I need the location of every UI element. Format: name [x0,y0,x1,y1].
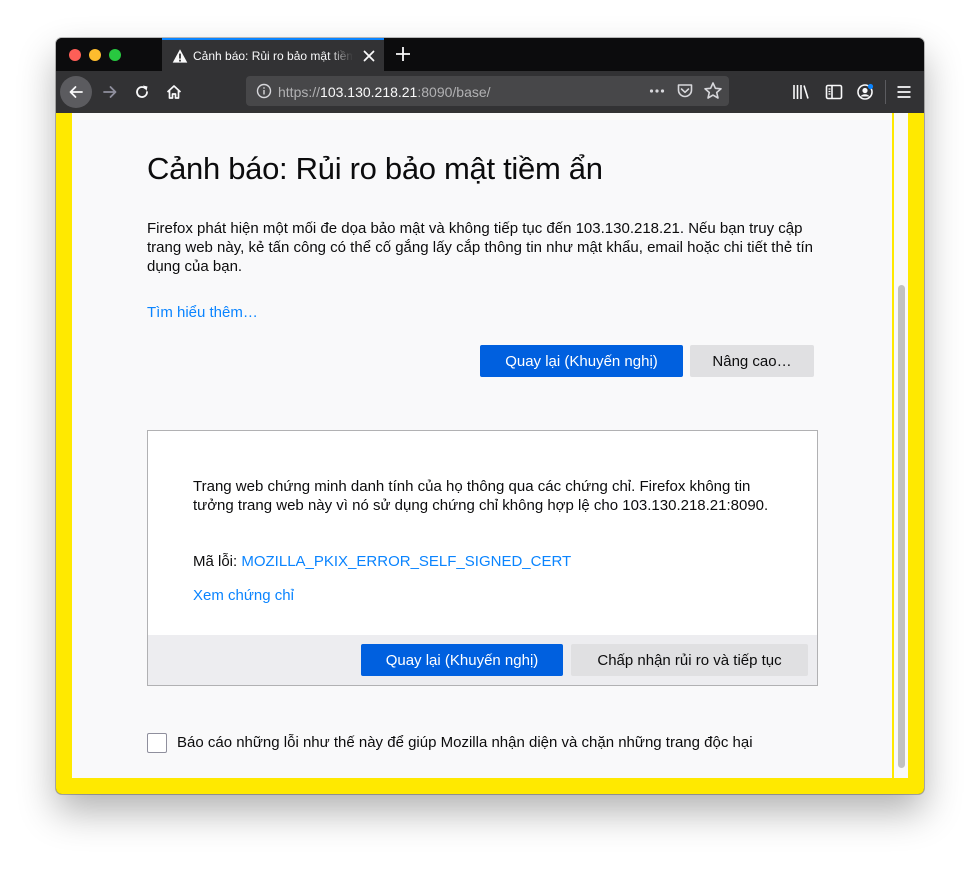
error-page: Cảnh báo: Rủi ro bảo mật tiềm ẩn Firefox… [72,113,892,778]
intro-text: Firefox phát hiện một mối đe dọa bảo mật… [147,220,814,275]
home-button[interactable] [158,76,190,108]
url-suffix: :8090/base/ [417,84,491,100]
browser-window: Cảnh báo: Rủi ro bảo mật tiềm ẩn [56,38,924,794]
back-arrow-icon [69,86,83,98]
url-bar[interactable]: https://103.130.218.21:8090/base/ [246,76,729,106]
home-icon [166,85,182,99]
advanced-panel: Trang web chứng minh danh tính của họ th… [147,430,818,686]
library-icon[interactable] [791,82,811,102]
view-certificate-link[interactable]: Xem chứng chỉ [193,587,294,604]
forward-button[interactable] [94,76,126,108]
forward-arrow-icon [103,86,117,98]
accept-risk-button[interactable]: Chấp nhận rủi ro và tiếp tục [571,644,808,676]
close-window-button[interactable] [69,49,81,61]
account-icon[interactable] [855,82,875,102]
advanced-panel-footer: Quay lại (Khuyến nghị) Chấp nhận rủi ro … [148,635,817,685]
go-back-button-advanced[interactable]: Quay lại (Khuyến nghị) [361,644,563,676]
reload-button[interactable] [126,76,158,108]
error-code-line: Mã lỗi: MOZILLA_PKIX_ERROR_SELF_SIGNED_C… [193,553,571,570]
zoom-window-button[interactable] [109,49,121,61]
back-button[interactable] [60,76,92,108]
toolbar-separator [885,80,886,104]
tab-title: Cảnh báo: Rủi ro bảo mật tiềm ẩn [193,49,353,63]
tab-strip: Cảnh báo: Rủi ro bảo mật tiềm ẩn [56,38,924,71]
tab-security-warning[interactable]: Cảnh báo: Rủi ro bảo mật tiềm ẩn [162,38,384,71]
error-code-link[interactable]: MOZILLA_PKIX_ERROR_SELF_SIGNED_CERT [241,553,571,570]
info-icon[interactable] [256,83,272,99]
pocket-icon[interactable] [676,82,694,100]
content-area: Cảnh báo: Rủi ro bảo mật tiềm ẩn Firefox… [56,113,924,794]
learn-more-link[interactable]: Tìm hiểu thêm… [147,304,258,321]
more-icon[interactable] [648,82,666,100]
report-errors-label[interactable]: Báo cáo những lỗi như thế này để giúp Mo… [177,734,753,751]
close-icon[interactable] [362,49,376,63]
error-code-label: Mã lỗi: [193,553,242,570]
sidebar-icon[interactable] [824,82,844,102]
plus-icon[interactable] [394,45,412,63]
menu-icon[interactable] [894,82,914,102]
url-host: 103.130.218.21 [320,84,418,100]
advanced-description: Trang web chứng minh danh tính của họ th… [193,478,769,514]
report-errors-checkbox[interactable] [147,733,167,753]
reload-icon [136,85,148,98]
advanced-button[interactable]: Nâng cao… [690,345,814,377]
url-prefix: https:// [278,84,321,100]
warning-icon [172,49,188,63]
navigation-toolbar: https://103.130.218.21:8090/base/ [56,71,924,113]
minimize-window-button[interactable] [89,49,101,61]
star-icon[interactable] [703,81,723,101]
scrollbar[interactable] [894,113,908,778]
url-text[interactable]: https://103.130.218.21:8090/base/ [278,84,491,100]
go-back-button[interactable]: Quay lại (Khuyến nghị) [480,345,683,377]
page-title: Cảnh báo: Rủi ro bảo mật tiềm ẩn [147,151,603,186]
scrollbar-thumb[interactable] [898,285,905,768]
